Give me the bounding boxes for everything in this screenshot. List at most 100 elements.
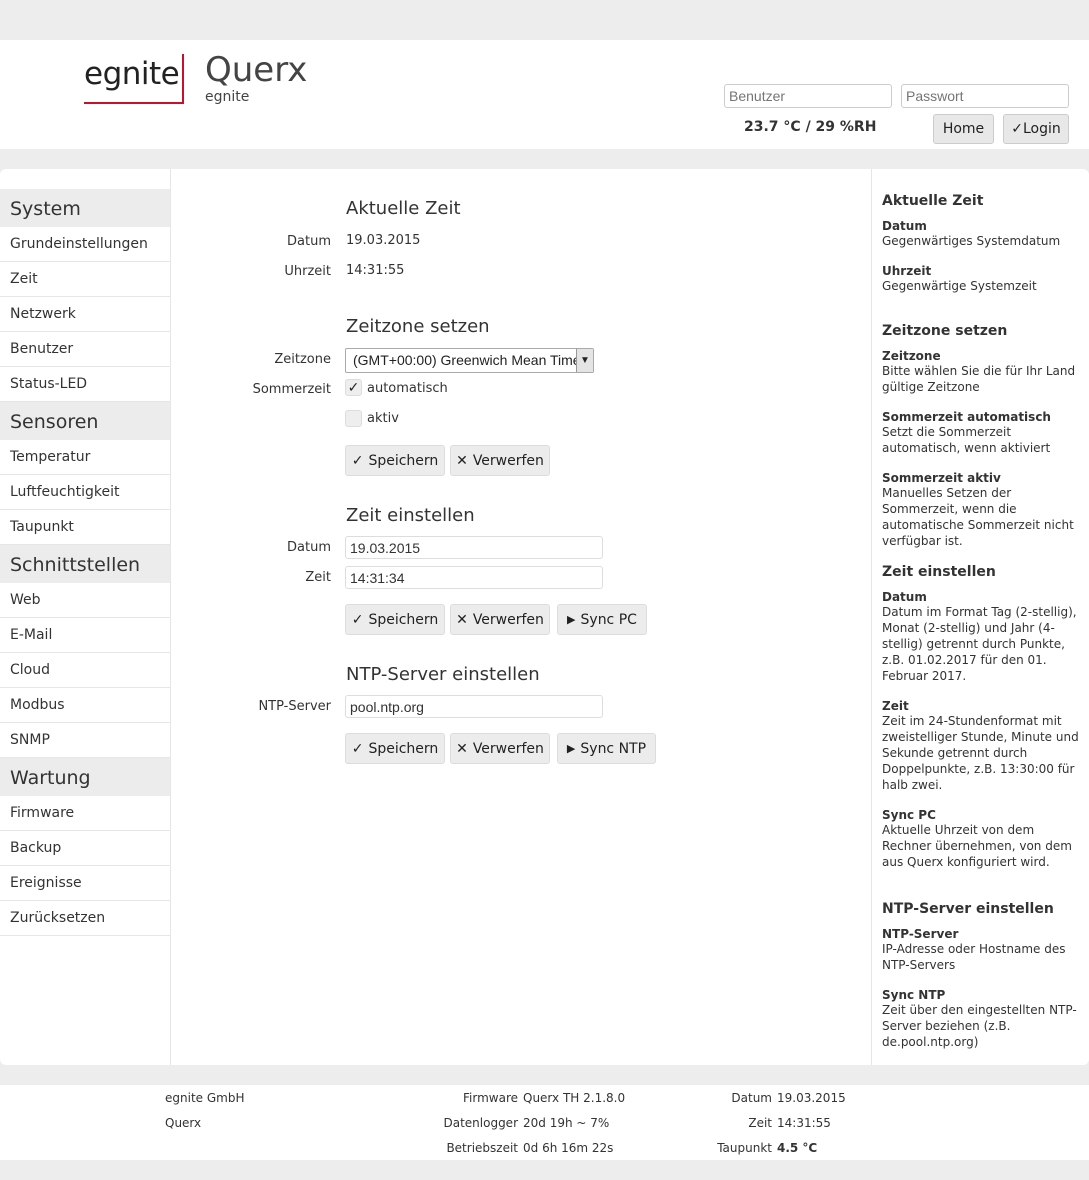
help-ntp: NTP-Server einstellen NTP-Server IP-Adre… (882, 901, 1082, 1050)
discard-label: Verwerfen (472, 740, 544, 757)
footer-dewpoint-label: Taupunkt (717, 1141, 772, 1155)
sync-pc-label: Sync PC (580, 611, 637, 628)
sync-ntp-label: Sync NTP (580, 740, 647, 757)
help-current-time: Aktuelle Zeit Datum Gegenwärtiges System… (882, 193, 1082, 294)
sidebar-item-backup[interactable]: Backup (0, 831, 170, 866)
footer-time-value: 14:31:55 (777, 1116, 831, 1130)
timezone-label: Zeitzone (274, 352, 331, 367)
sensor-reading: 23.7 °C / 29 %RH (744, 119, 877, 135)
footer-uptime-label: Betriebszeit (446, 1141, 518, 1155)
sidebar-item-zeit[interactable]: Zeit (0, 262, 170, 297)
app-title: Querx (205, 50, 308, 90)
sidebar-item-email[interactable]: E-Mail (0, 618, 170, 653)
checkmark-icon: ✓ (347, 379, 360, 395)
sidebar-item-status-led[interactable]: Status-LED (0, 367, 170, 402)
help-desc: Manuelles Setzen der Sommerzeit, wenn di… (882, 486, 1074, 548)
set-time-label: Zeit (305, 570, 331, 585)
ntp-title: NTP-Server einstellen (346, 664, 540, 685)
sidebar-item-firmware[interactable]: Firmware (0, 796, 170, 831)
check-icon: ✓ (1011, 121, 1023, 137)
sidebar-group-schnittstellen: Schnittstellen (0, 545, 170, 583)
help-desc: Setzt die Sommerzeit automatisch, wenn a… (882, 425, 1051, 455)
footer-firmware-label: Firmware (463, 1091, 518, 1105)
sidebar-item-cloud[interactable]: Cloud (0, 653, 170, 688)
discard-label: Verwerfen (472, 452, 544, 469)
footer-logger-value: 20d 19h ~ 7% (523, 1116, 610, 1130)
ntp-server-input[interactable] (345, 695, 603, 718)
ntp-discard-button[interactable]: ✕ Verwerfen (450, 733, 550, 764)
play-icon: ▶ (567, 613, 576, 626)
sidebar-group-system: System (0, 189, 170, 227)
sync-pc-button[interactable]: ▶ Sync PC (557, 604, 647, 635)
password-input[interactable] (901, 84, 1069, 108)
help-term: Sync NTP (882, 988, 946, 1002)
timezone-discard-button[interactable]: ✕ Verwerfen (450, 445, 550, 476)
footer-time-label: Zeit (748, 1116, 772, 1130)
app-subtitle: egnite (205, 89, 250, 105)
save-label: Speichern (368, 611, 439, 628)
help-heading: Aktuelle Zeit (882, 193, 984, 209)
current-date-label: Datum (287, 234, 331, 249)
sidebar-item-benutzer[interactable]: Benutzer (0, 332, 170, 367)
sidebar-item-modbus[interactable]: Modbus (0, 688, 170, 723)
help-divider (871, 169, 872, 1065)
help-desc: Gegenwärtige Systemzeit (882, 279, 1037, 293)
footer-product: Querx (165, 1116, 202, 1130)
help-desc: Gegenwärtiges Systemdatum (882, 234, 1061, 248)
sidebar-divider (170, 169, 171, 1065)
footer-date-label: Datum (731, 1091, 772, 1105)
header: egnite Querx egnite 23.7 °C / 29 %RH Hom… (0, 40, 1089, 149)
help-term: Sommerzeit automatisch (882, 410, 1051, 424)
help-term: Zeitzone (882, 349, 941, 363)
sidebar-item-temperatur[interactable]: Temperatur (0, 440, 170, 475)
footer-logger-label: Datenlogger (443, 1116, 518, 1130)
set-date-label: Datum (287, 540, 331, 555)
discard-label: Verwerfen (472, 611, 544, 628)
sidebar-item-snmp[interactable]: SNMP (0, 723, 170, 758)
login-button[interactable]: ✓ Login (1003, 114, 1069, 144)
help-term: Uhrzeit (882, 264, 932, 278)
set-time-discard-button[interactable]: ✕ Verwerfen (450, 604, 550, 635)
sidebar-item-netzwerk[interactable]: Netzwerk (0, 297, 170, 332)
sync-ntp-button[interactable]: ▶ Sync NTP (557, 733, 656, 764)
sidebar-item-grundeinstellungen[interactable]: Grundeinstellungen (0, 227, 170, 262)
home-button-label: Home (942, 121, 985, 137)
footer-dewpoint-value: 4.5 °C (777, 1141, 818, 1155)
dst-active-checkbox[interactable] (345, 410, 362, 427)
logo-text: egnite (84, 56, 180, 92)
check-icon: ✓ (351, 611, 364, 628)
timezone-select[interactable]: (GMT+00:00) Greenwich Mean Time ▼ (345, 348, 594, 373)
set-time-save-button[interactable]: ✓ Speichern (345, 604, 445, 635)
sidebar-item-zuruecksetzen[interactable]: Zurücksetzen (0, 901, 170, 936)
help-heading: Zeitzone setzen (882, 323, 1008, 339)
sidebar-item-taupunkt[interactable]: Taupunkt (0, 510, 170, 545)
close-icon: ✕ (456, 740, 468, 757)
sidebar: System Grundeinstellungen Zeit Netzwerk … (0, 189, 170, 936)
date-input[interactable] (345, 536, 603, 559)
timezone-save-button[interactable]: ✓ Speichern (345, 445, 445, 476)
sidebar-item-web[interactable]: Web (0, 583, 170, 618)
footer-firmware-value: Querx TH 2.1.8.0 (523, 1091, 626, 1105)
time-input[interactable] (345, 566, 603, 589)
help-desc: Zeit über den eingestellten NTP-Server b… (882, 1003, 1077, 1049)
help-term: Sync PC (882, 808, 936, 822)
timezone-title: Zeitzone setzen (346, 316, 490, 337)
home-button[interactable]: Home (933, 114, 994, 144)
dst-auto-label: automatisch (367, 381, 448, 396)
help-timezone: Zeitzone setzen Zeitzone Bitte wählen Si… (882, 323, 1082, 549)
current-time-title: Aktuelle Zeit (346, 198, 461, 219)
help-desc: Aktuelle Uhrzeit von dem Rechner überneh… (882, 823, 1072, 869)
username-input[interactable] (724, 84, 892, 108)
dst-auto-checkbox[interactable]: ✓ (345, 379, 362, 396)
set-time-title: Zeit einstellen (346, 505, 475, 526)
egnite-logo[interactable]: egnite (84, 54, 184, 104)
main-card: System Grundeinstellungen Zeit Netzwerk … (0, 169, 1089, 1065)
help-desc: IP-Adresse oder Hostname des NTP-Servers (882, 942, 1066, 972)
help-heading: Zeit einstellen (882, 564, 996, 580)
help-desc: Zeit im 24-Stundenformat mit zweistellig… (882, 714, 1079, 792)
ntp-save-button[interactable]: ✓ Speichern (345, 733, 445, 764)
help-term: Sommerzeit aktiv (882, 471, 1001, 485)
sidebar-item-ereignisse[interactable]: Ereignisse (0, 866, 170, 901)
sidebar-item-luftfeuchtigkeit[interactable]: Luftfeuchtigkeit (0, 475, 170, 510)
sidebar-group-sensoren: Sensoren (0, 402, 170, 440)
